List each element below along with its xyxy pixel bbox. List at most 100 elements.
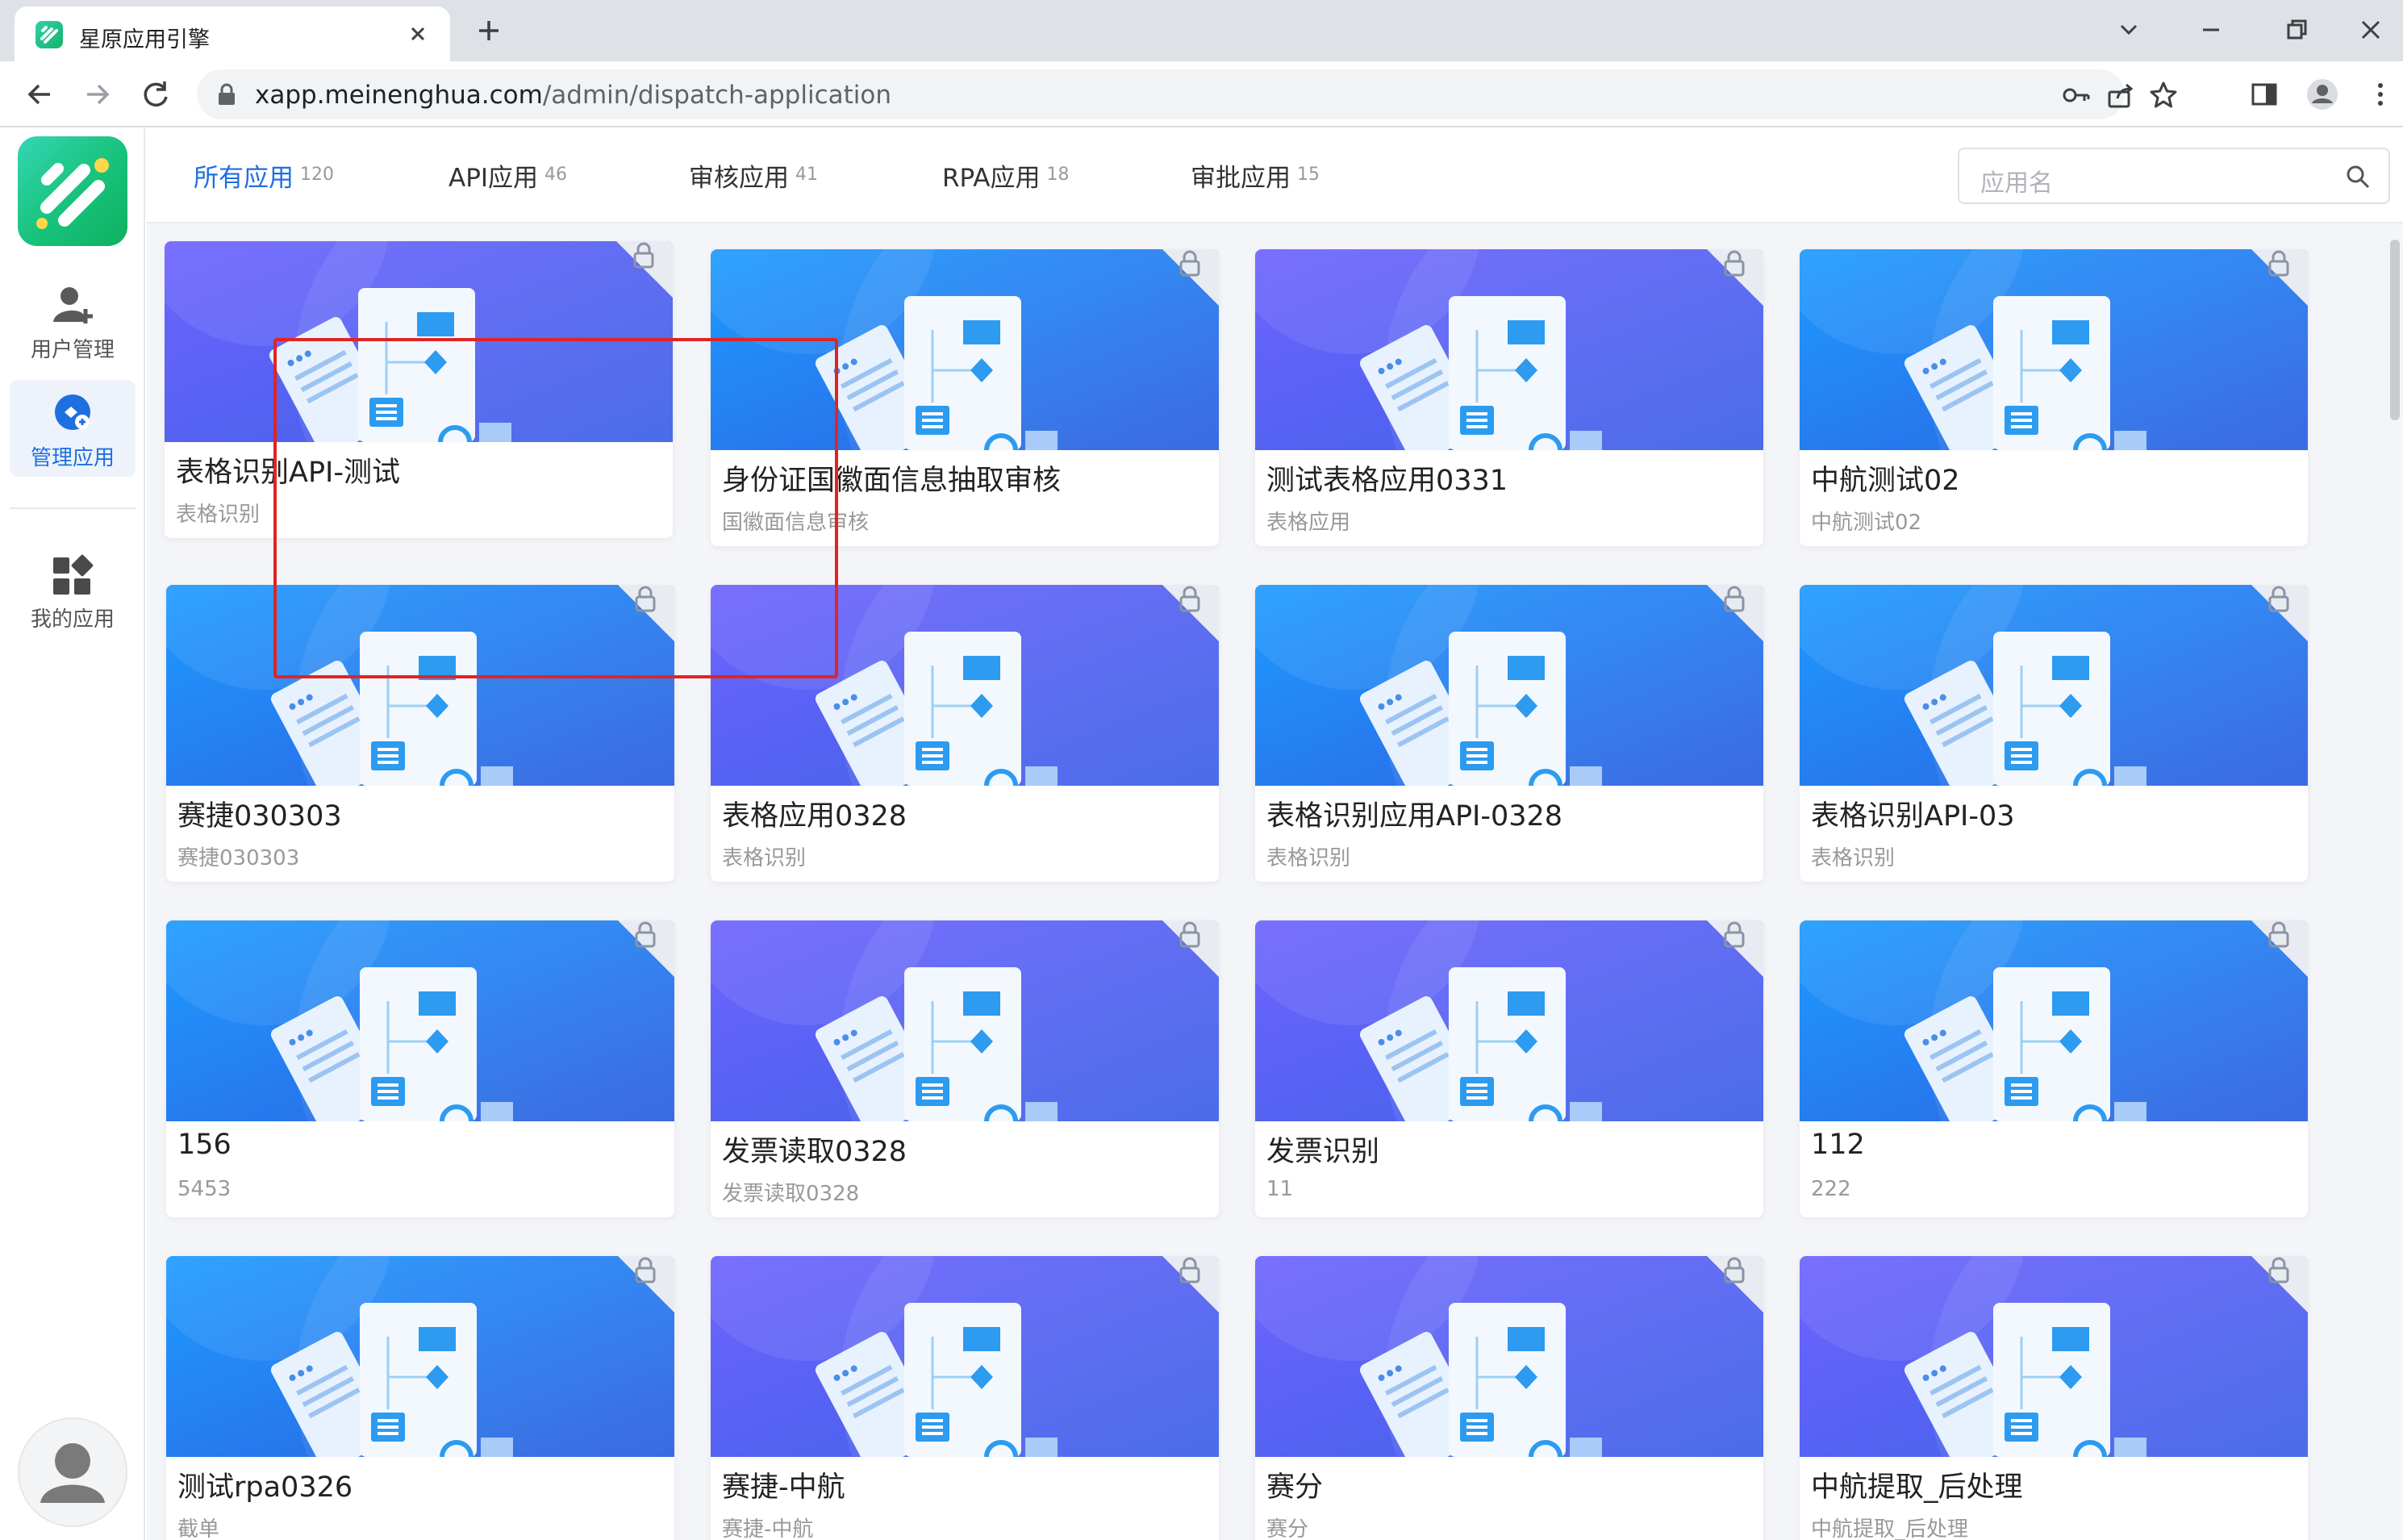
tab-label: RPA应用 — [942, 164, 1041, 193]
app-card-desc: 表格识别 — [722, 846, 807, 870]
app-card[interactable]: 测试rpa0326 截单 — [166, 1256, 674, 1540]
tab-label: 审批应用 — [1191, 164, 1291, 193]
sidebar-item-label: 我的应用 — [30, 607, 115, 632]
app-card-desc: 表格识别 — [1266, 846, 1351, 870]
selection-highlight-box — [273, 338, 838, 678]
browser-tab[interactable]: 星原应用引擎 — [15, 6, 450, 61]
more-menu-icon[interactable] — [2362, 76, 2399, 113]
app-card[interactable]: 112 222 — [1800, 920, 2308, 1217]
app-card-name: 发票识别 — [1266, 1136, 1380, 1168]
new-tab-icon[interactable] — [473, 15, 505, 47]
app-card-banner — [1255, 920, 1763, 1121]
app-card-name: 表格识别API-03 — [1811, 800, 2015, 833]
app-card[interactable]: 中航提取_后处理 中航提取_后处理 — [1800, 1256, 2308, 1540]
tab-count: 18 — [1046, 165, 1070, 185]
app-card-desc: 11 — [1266, 1177, 1294, 1201]
tab-count: 46 — [544, 165, 568, 185]
reload-icon[interactable] — [136, 74, 176, 115]
app-card-desc: 发票读取0328 — [722, 1182, 860, 1206]
tab-approval-apps[interactable]: 审批应用 15 — [1191, 157, 1320, 198]
sidebar-item-label: 管理应用 — [30, 446, 115, 470]
app-card-banner — [1800, 920, 2308, 1121]
app-card-desc: 5453 — [177, 1177, 232, 1201]
url-text[interactable]: xapp.meinenghua.com/admin/dispatch-appli… — [255, 81, 891, 110]
side-panel-icon[interactable] — [2246, 76, 2283, 113]
key-icon[interactable] — [2060, 79, 2092, 111]
sidebar-item-manage-apps[interactable]: 管理应用 — [10, 380, 136, 477]
address-bar[interactable]: xapp.meinenghua.com/admin/dispatch-appli… — [197, 69, 2177, 119]
app-card-desc: 222 — [1811, 1177, 1851, 1201]
main-content: 所有应用 120 API应用 46 审核应用 41 RPA应用 18 审批应用 15 应用… — [147, 128, 2403, 1540]
app-card-name: 中航提取_后处理 — [1811, 1471, 2023, 1504]
tab-label: 审核应用 — [689, 164, 789, 193]
category-tabs-bar: 所有应用 120 API应用 46 审核应用 41 RPA应用 18 审批应用 15 应用… — [147, 128, 2403, 223]
app-card-banner — [1255, 249, 1763, 450]
search-icon[interactable] — [2345, 164, 2371, 190]
back-arrow-icon[interactable] — [19, 74, 60, 115]
app-card-desc: 截单 — [177, 1517, 220, 1540]
app-card[interactable]: 发票读取0328 发票读取0328 — [711, 920, 1219, 1217]
vertical-scrollbar[interactable] — [2390, 240, 2400, 420]
app-card-banner — [1255, 1256, 1763, 1457]
bookmark-star-icon[interactable] — [2147, 79, 2180, 111]
tab-rpa-apps[interactable]: RPA应用 18 — [942, 157, 1069, 198]
tab-all-apps[interactable]: 所有应用 120 — [194, 157, 334, 198]
restore-icon[interactable] — [2278, 11, 2315, 48]
app-card-name: 赛捷030303 — [177, 800, 342, 833]
app-logo[interactable] — [18, 136, 127, 246]
grid-apps-icon — [50, 553, 95, 598]
profile-avatar-icon[interactable] — [2304, 76, 2341, 113]
app-card-name: 测试rpa0326 — [177, 1471, 353, 1504]
sidebar-item-label: 用户管理 — [30, 338, 115, 362]
tab-title: 星原应用引擎 — [79, 27, 210, 52]
sidebar-divider — [10, 507, 136, 509]
sidebar-item-my-apps[interactable]: 我的应用 — [10, 541, 136, 638]
app-card-name: 测试表格应用0331 — [1266, 465, 1508, 497]
app-card-name: 赛分 — [1266, 1471, 1324, 1504]
tab-review-apps[interactable]: 审核应用 41 — [689, 157, 818, 198]
app-card[interactable]: 测试表格应用0331 表格应用 — [1255, 249, 1763, 546]
app-card[interactable]: 发票识别 11 — [1255, 920, 1763, 1217]
app-card[interactable]: 表格识别API-03 表格识别 — [1800, 585, 2308, 882]
app-card-banner — [1800, 585, 2308, 786]
sidebar: 用户管理 管理应用 我的应用 — [0, 128, 145, 1540]
app-card[interactable]: 赛分 赛分 — [1255, 1256, 1763, 1540]
app-card-name: 112 — [1811, 1129, 1865, 1161]
browser-tabstrip: 星原应用引擎 — [0, 0, 2403, 61]
tab-label: API应用 — [448, 164, 539, 193]
app-card[interactable]: 156 5453 — [166, 920, 674, 1217]
app-card-name: 156 — [177, 1129, 232, 1161]
app-card[interactable]: 表格识别应用API-0328 表格识别 — [1255, 585, 1763, 882]
app-card[interactable]: 赛捷-中航 赛捷-中航 — [711, 1256, 1219, 1540]
app-card-banner — [1800, 1256, 2308, 1457]
manage-app-icon — [50, 391, 95, 436]
tab-count: 120 — [300, 165, 334, 185]
app-card-desc: 中航测试02 — [1811, 511, 1922, 535]
app-card-name: 表格识别应用API-0328 — [1266, 800, 1563, 833]
tab-count: 15 — [1297, 165, 1320, 185]
share-icon[interactable] — [2104, 79, 2136, 111]
tab-label: 所有应用 — [194, 164, 294, 193]
tab-count: 41 — [795, 165, 818, 185]
app-card-desc: 赛捷-中航 — [722, 1517, 814, 1540]
close-window-icon[interactable] — [2352, 11, 2389, 48]
app-card-name: 赛捷-中航 — [722, 1471, 845, 1504]
app-card-name: 表格应用0328 — [722, 800, 907, 833]
app-card-desc: 中航提取_后处理 — [1811, 1517, 1969, 1540]
forward-arrow-icon[interactable] — [77, 74, 118, 115]
tab-api-apps[interactable]: API应用 46 — [448, 157, 567, 198]
browser-toolbar: xapp.meinenghua.com/admin/dispatch-appli… — [0, 61, 2403, 127]
app-card-desc: 表格识别 — [176, 503, 261, 527]
lock-icon[interactable] — [216, 82, 237, 106]
app-search-input[interactable]: 应用名 — [1958, 148, 2390, 204]
user-avatar[interactable] — [18, 1417, 127, 1527]
tab-search-chevron-icon[interactable] — [2110, 11, 2147, 48]
minimize-icon[interactable] — [2192, 11, 2230, 48]
sidebar-item-user-management[interactable]: 用户管理 — [10, 272, 136, 369]
app-card-name: 发票读取0328 — [722, 1136, 907, 1168]
app-card-banner — [711, 920, 1219, 1121]
app-card-banner — [711, 1256, 1219, 1457]
app-card-banner — [166, 920, 674, 1121]
app-card[interactable]: 中航测试02 中航测试02 — [1800, 249, 2308, 546]
close-tab-icon[interactable] — [403, 19, 432, 48]
